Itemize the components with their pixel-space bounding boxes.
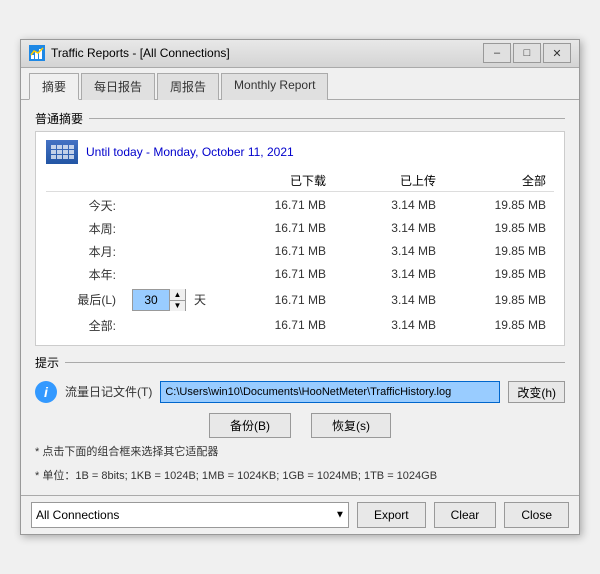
tab-daily[interactable]: 每日报告: [81, 73, 155, 100]
dl-year: 16.71 MB: [224, 267, 334, 281]
minimize-button[interactable]: –: [483, 43, 511, 63]
tab-bar: 摘要 每日报告 周报告 Monthly Report: [21, 68, 579, 100]
total-last: 19.85 MB: [444, 293, 554, 307]
title-bar: Traffic Reports - [All Connections] – □ …: [21, 40, 579, 68]
summary-section: 普通摘要 Until today - Monday, October 11, 2…: [35, 110, 565, 346]
stats-row-today: 今天: 16.71 MB 3.14 MB 19.85 MB: [46, 194, 554, 217]
date-row: Until today - Monday, October 11, 2021: [46, 140, 554, 164]
col-downloaded: 已下载: [224, 172, 334, 189]
days-unit: 天: [194, 291, 206, 308]
total-week: 19.85 MB: [444, 221, 554, 235]
window-controls: – □ ✕: [483, 43, 571, 63]
label-today: 今天:: [46, 197, 126, 214]
ul-all: 3.14 MB: [334, 318, 444, 332]
tab-weekly[interactable]: 周报告: [157, 73, 219, 100]
note1: * 点击下面的组合框来选择其它适配器: [35, 444, 565, 462]
window-title: Traffic Reports - [All Connections]: [51, 46, 230, 60]
connection-select-wrapper[interactable]: All Connections ▼: [31, 502, 349, 528]
ul-today: 3.14 MB: [334, 198, 444, 212]
close-window-button[interactable]: Close: [504, 502, 569, 528]
total-year: 19.85 MB: [444, 267, 554, 281]
restore-button[interactable]: 恢复(s): [311, 413, 391, 438]
total-today: 19.85 MB: [444, 198, 554, 212]
change-button[interactable]: 改变(h): [508, 381, 565, 403]
label-all: 全部:: [46, 317, 126, 334]
hints-section: 提示 i 流量日记文件(T) 改变(h) 备份(B) 恢复(s) * 点击下面的…: [35, 354, 565, 485]
ul-week: 3.14 MB: [334, 221, 444, 235]
log-path-input[interactable]: [160, 381, 500, 403]
tab-monthly[interactable]: Monthly Report: [221, 73, 328, 100]
stats-header: 已下载 已上传 全部: [46, 172, 554, 192]
summary-box: Until today - Monday, October 11, 2021 已…: [35, 131, 565, 346]
info-icon: i: [35, 381, 57, 403]
maximize-button[interactable]: □: [513, 43, 541, 63]
spin-up[interactable]: ▲: [169, 289, 185, 300]
clear-button[interactable]: Clear: [434, 502, 497, 528]
stats-row-all: 全部: 16.71 MB 3.14 MB 19.85 MB: [46, 314, 554, 337]
stats-row-last: 最后(L) ▲ ▼ 天 16.71: [46, 286, 554, 314]
dl-today: 16.71 MB: [224, 198, 334, 212]
connection-select[interactable]: All Connections: [31, 502, 349, 528]
main-window: Traffic Reports - [All Connections] – □ …: [20, 39, 580, 535]
days-input[interactable]: [133, 290, 169, 310]
app-icon: [29, 45, 45, 61]
dl-all: 16.71 MB: [224, 318, 334, 332]
days-spinner[interactable]: ▲ ▼: [132, 289, 186, 311]
calendar-icon: [46, 140, 78, 164]
col-uploaded: 已上传: [334, 172, 444, 189]
tab-summary[interactable]: 摘要: [29, 73, 79, 100]
dl-month: 16.71 MB: [224, 244, 334, 258]
summary-header: 普通摘要: [35, 110, 565, 127]
log-label: 流量日记文件(T): [65, 383, 152, 400]
backup-button[interactable]: 备份(B): [209, 413, 291, 438]
stats-row-month: 本月: 16.71 MB 3.14 MB 19.85 MB: [46, 240, 554, 263]
ul-month: 3.14 MB: [334, 244, 444, 258]
title-bar-left: Traffic Reports - [All Connections]: [29, 45, 230, 61]
label-last: 最后(L): [46, 291, 126, 308]
close-button[interactable]: ✕: [543, 43, 571, 63]
total-month: 19.85 MB: [444, 244, 554, 258]
total-all: 19.85 MB: [444, 318, 554, 332]
stats-row-year: 本年: 16.71 MB 3.14 MB 19.85 MB: [46, 263, 554, 286]
log-file-row: i 流量日记文件(T) 改变(h): [35, 381, 565, 403]
note2: * 单位：1B = 8bits; 1KB = 1024B; 1MB = 1024…: [35, 468, 565, 486]
label-year: 本年:: [46, 266, 126, 283]
label-week: 本周:: [46, 220, 126, 237]
col-total: 全部: [444, 172, 554, 189]
main-content: 普通摘要 Until today - Monday, October 11, 2…: [21, 100, 579, 495]
ul-year: 3.14 MB: [334, 267, 444, 281]
bottom-bar: All Connections ▼ Export Clear Close: [21, 495, 579, 534]
stats-row-week: 本周: 16.71 MB 3.14 MB 19.85 MB: [46, 217, 554, 240]
label-month: 本月:: [46, 243, 126, 260]
spin-down[interactable]: ▼: [169, 300, 185, 311]
hints-header: 提示: [35, 354, 565, 371]
stats-table: 已下载 已上传 全部 今天: 16.71 MB 3.14 MB 19.85 MB: [46, 172, 554, 337]
ul-last: 3.14 MB: [334, 293, 444, 307]
backup-row: 备份(B) 恢复(s): [35, 413, 565, 438]
dl-week: 16.71 MB: [224, 221, 334, 235]
date-text: Until today - Monday, October 11, 2021: [86, 145, 294, 159]
export-button[interactable]: Export: [357, 502, 426, 528]
dl-last: 16.71 MB: [224, 293, 334, 307]
